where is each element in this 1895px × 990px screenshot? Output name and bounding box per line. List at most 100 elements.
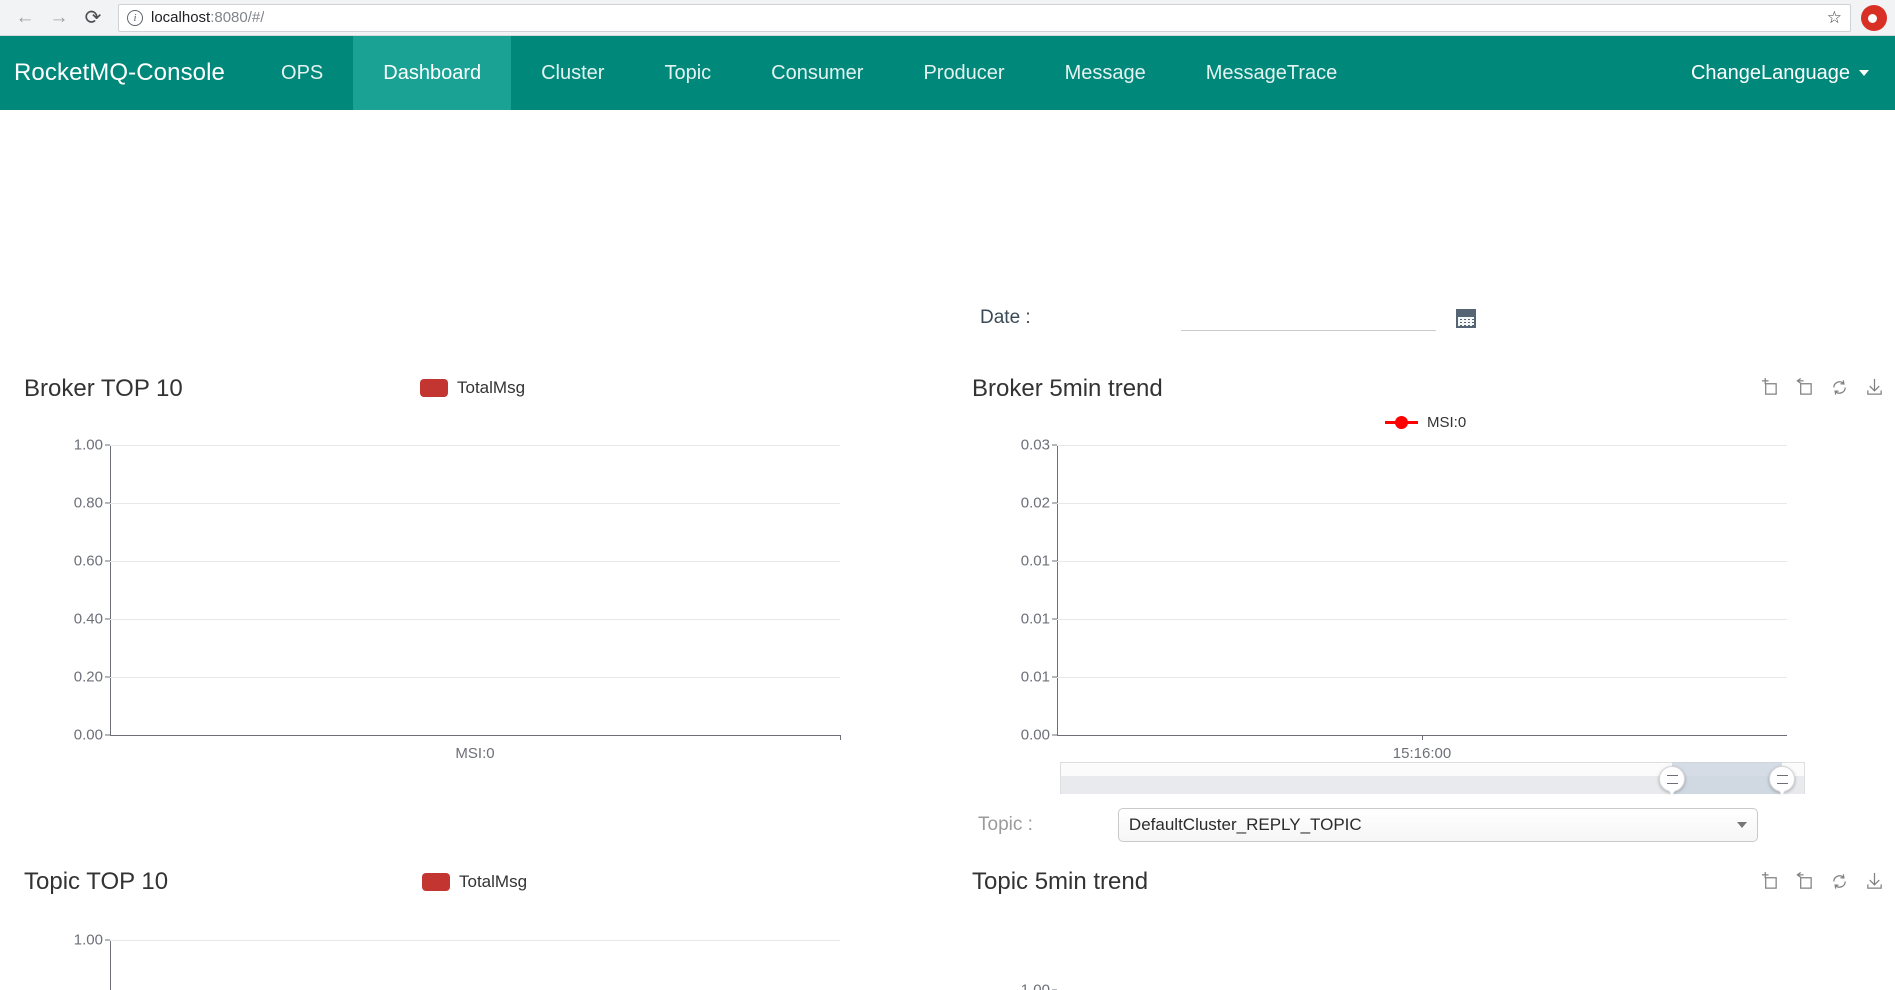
- panel-title-topic-top10: Topic TOP 10: [24, 868, 169, 895]
- brand-logo[interactable]: RocketMQ-Console: [0, 36, 251, 110]
- refresh-icon[interactable]: [1830, 378, 1849, 397]
- nav-item-message[interactable]: Message: [1035, 36, 1176, 110]
- panel-title-broker-top10: Broker TOP 10: [24, 375, 183, 402]
- panel-broker-top10: Broker TOP 10: [24, 375, 183, 403]
- nav-item-consumer[interactable]: Consumer: [741, 36, 893, 110]
- restore-zoom-icon[interactable]: [1795, 872, 1814, 891]
- panel-broker-trend: Broker 5min trend: [972, 375, 1163, 403]
- chevron-down-icon: [1859, 70, 1869, 76]
- y-tick-label: 0.40: [73, 610, 103, 628]
- site-info-icon[interactable]: i: [127, 9, 143, 26]
- nav-item-cluster[interactable]: Cluster: [511, 36, 634, 110]
- datazoom-window[interactable]: [1672, 762, 1782, 794]
- gridline: [1057, 677, 1787, 678]
- gridline: [1057, 561, 1787, 562]
- forward-arrow-icon[interactable]: →: [42, 3, 76, 33]
- legend-swatch-totalmsg: [422, 873, 450, 891]
- legend-label-msi: MSI:0: [1427, 413, 1467, 431]
- chart-broker-trend: 0.03 0.02 0.01 0.01 0.01 0.00 15:16:00: [1021, 437, 1787, 762]
- gridline: [1057, 445, 1787, 446]
- chart-topic-top10: 1.00 0.80 0.60: [74, 932, 840, 990]
- y-tick-label: 0.00: [1020, 726, 1050, 744]
- bookmark-star-icon[interactable]: ☆: [1819, 8, 1842, 28]
- back-arrow-icon[interactable]: ←: [8, 3, 42, 33]
- nav-item-messagetrace[interactable]: MessageTrace: [1176, 36, 1368, 110]
- topic-select-value: DefaultCluster_REPLY_TOPIC: [1128, 815, 1362, 834]
- reload-icon[interactable]: ⟳: [76, 3, 110, 33]
- gridline: [110, 677, 840, 678]
- panel-topic-top10: Topic TOP 10: [24, 868, 168, 896]
- y-tick-label: 0.02: [1020, 494, 1050, 512]
- gridline: [110, 503, 840, 504]
- y-tick-label: 0.00: [73, 726, 103, 744]
- gridline: [110, 561, 840, 562]
- legend-broker-top10[interactable]: TotalMsg: [420, 378, 525, 398]
- legend-topic-top10[interactable]: TotalMsg: [422, 872, 527, 892]
- navbar-spacer: [1367, 36, 1665, 110]
- toolbox-broker-trend: [1760, 378, 1884, 397]
- chevron-down-icon: [1736, 822, 1747, 828]
- restore-zoom-icon[interactable]: [1795, 378, 1814, 397]
- date-input[interactable]: [1180, 305, 1436, 331]
- refresh-icon[interactable]: [1830, 872, 1849, 891]
- gridline: [110, 445, 840, 446]
- y-axis-topic-top10: [110, 940, 111, 990]
- y-tick-label: 1.00: [73, 436, 103, 454]
- legend-label-totalmsg: TotalMsg: [459, 872, 528, 891]
- gridline: [110, 619, 840, 620]
- date-filter: Date :: [980, 305, 1476, 331]
- legend-swatch-totalmsg: [420, 379, 448, 397]
- datazoom-handle-left[interactable]: [1659, 766, 1685, 796]
- y-tick-label: 0.03: [1020, 436, 1050, 454]
- address-bar[interactable]: i localhost:8080/#/ ☆: [118, 3, 1851, 32]
- y-tick-label: 0.80: [73, 494, 103, 512]
- y-tick-label: 1.00: [73, 931, 103, 949]
- x-axis-broker-top10: [110, 735, 840, 736]
- y-tick-label: 1.00: [1020, 981, 1050, 990]
- url-path: :8080/#/: [210, 9, 265, 26]
- nav-item-producer[interactable]: Producer: [893, 36, 1034, 110]
- legend-broker-trend[interactable]: MSI:0: [1385, 413, 1466, 431]
- profile-avatar-icon[interactable]: [1861, 4, 1887, 31]
- gridline: [110, 940, 840, 941]
- datazoom-slider-broker-trend[interactable]: [1060, 762, 1805, 796]
- nav-item-topic[interactable]: Topic: [634, 36, 741, 110]
- topic-select[interactable]: DefaultCluster_REPLY_TOPIC: [1117, 808, 1758, 842]
- gridline: [1057, 503, 1787, 504]
- y-tick-label: 0.20: [73, 668, 103, 686]
- change-language-label: ChangeLanguage: [1690, 61, 1850, 84]
- panel-title-topic-trend: Topic 5min trend: [972, 868, 1149, 895]
- panel-topic-trend: Topic 5min trend: [972, 868, 1148, 896]
- y-tick-label: 0.01: [1020, 552, 1050, 570]
- nav-item-dashboard[interactable]: Dashboard: [353, 36, 512, 110]
- legend-label-totalmsg: TotalMsg: [457, 378, 526, 397]
- chart-broker-top10: 1.00 0.80 0.60 0.40 0.20 0.00 MSI:0: [74, 437, 841, 762]
- url-text: localhost:8080/#/: [151, 9, 264, 26]
- y-tick-label: 0.01: [1020, 610, 1050, 628]
- x-tick-label: 15:16:00: [1392, 745, 1452, 762]
- topic-label: Topic :: [978, 814, 1033, 835]
- browser-toolbar: ← → ⟳ i localhost:8080/#/ ☆: [0, 0, 1895, 36]
- y-tick-label: 0.01: [1020, 668, 1050, 686]
- date-label: Date :: [980, 307, 1031, 328]
- save-image-icon[interactable]: [1865, 378, 1884, 397]
- change-language-menu[interactable]: ChangeLanguage: [1665, 36, 1895, 110]
- url-host: localhost: [151, 9, 211, 26]
- x-tick-label: MSI:0: [455, 745, 495, 762]
- datazoom-handle-right[interactable]: [1769, 766, 1795, 796]
- panel-title-broker-trend: Broker 5min trend: [972, 375, 1163, 402]
- nav-item-ops[interactable]: OPS: [251, 36, 353, 110]
- legend-marker-msi: [1385, 413, 1418, 431]
- dashboard-page: Date : Broker TOP 10 TotalMsg 1.00 0.80 …: [0, 110, 1895, 990]
- topic-filter: Topic : DefaultCluster_REPLY_TOPIC: [978, 808, 1758, 842]
- y-axis-broker-trend: [1057, 445, 1058, 735]
- save-image-icon[interactable]: [1865, 872, 1884, 891]
- data-zoom-icon[interactable]: [1760, 872, 1779, 891]
- y-tick-label: 0.60: [73, 552, 103, 570]
- toolbox-topic-trend: [1760, 872, 1884, 891]
- calendar-icon[interactable]: [1455, 308, 1476, 328]
- gridline: [1057, 619, 1787, 620]
- app-navbar: RocketMQ-Console OPS Dashboard Cluster T…: [0, 36, 1895, 110]
- data-zoom-icon[interactable]: [1760, 378, 1779, 397]
- y-axis-broker-top10: [110, 445, 111, 735]
